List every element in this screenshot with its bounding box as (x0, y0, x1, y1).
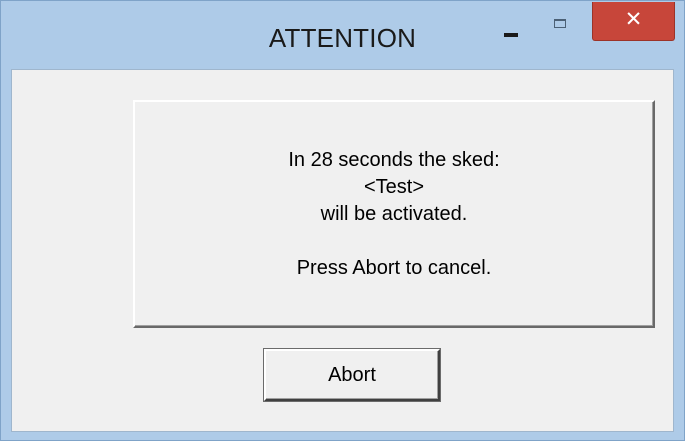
close-button[interactable]: ✕ (592, 2, 675, 41)
abort-button[interactable]: Abort (264, 349, 440, 401)
message-line-sked-name: <Test> (363, 176, 425, 198)
message-line-instruction: Press Abort to cancel. (296, 257, 492, 279)
dialog-client-area: In 28 seconds the sked: <Test> will be a… (11, 69, 674, 432)
message-line-countdown: In 28 seconds the sked: (288, 149, 500, 171)
message-text: In 28 seconds the sked: <Test> will be a… (135, 147, 653, 282)
minimize-icon (504, 33, 518, 37)
message-line-activation: will be activated. (320, 203, 468, 225)
message-line-blank (135, 228, 653, 255)
minimize-button[interactable] (498, 11, 526, 37)
close-icon: ✕ (624, 7, 643, 31)
maximize-icon (554, 19, 566, 28)
message-panel: In 28 seconds the sked: <Test> will be a… (133, 100, 655, 328)
window-title: ATTENTION (268, 23, 417, 53)
attention-dialog-window: ATTENTION ✕ In 28 seconds the sked: <Tes… (0, 0, 685, 441)
maximize-button[interactable] (549, 11, 575, 37)
